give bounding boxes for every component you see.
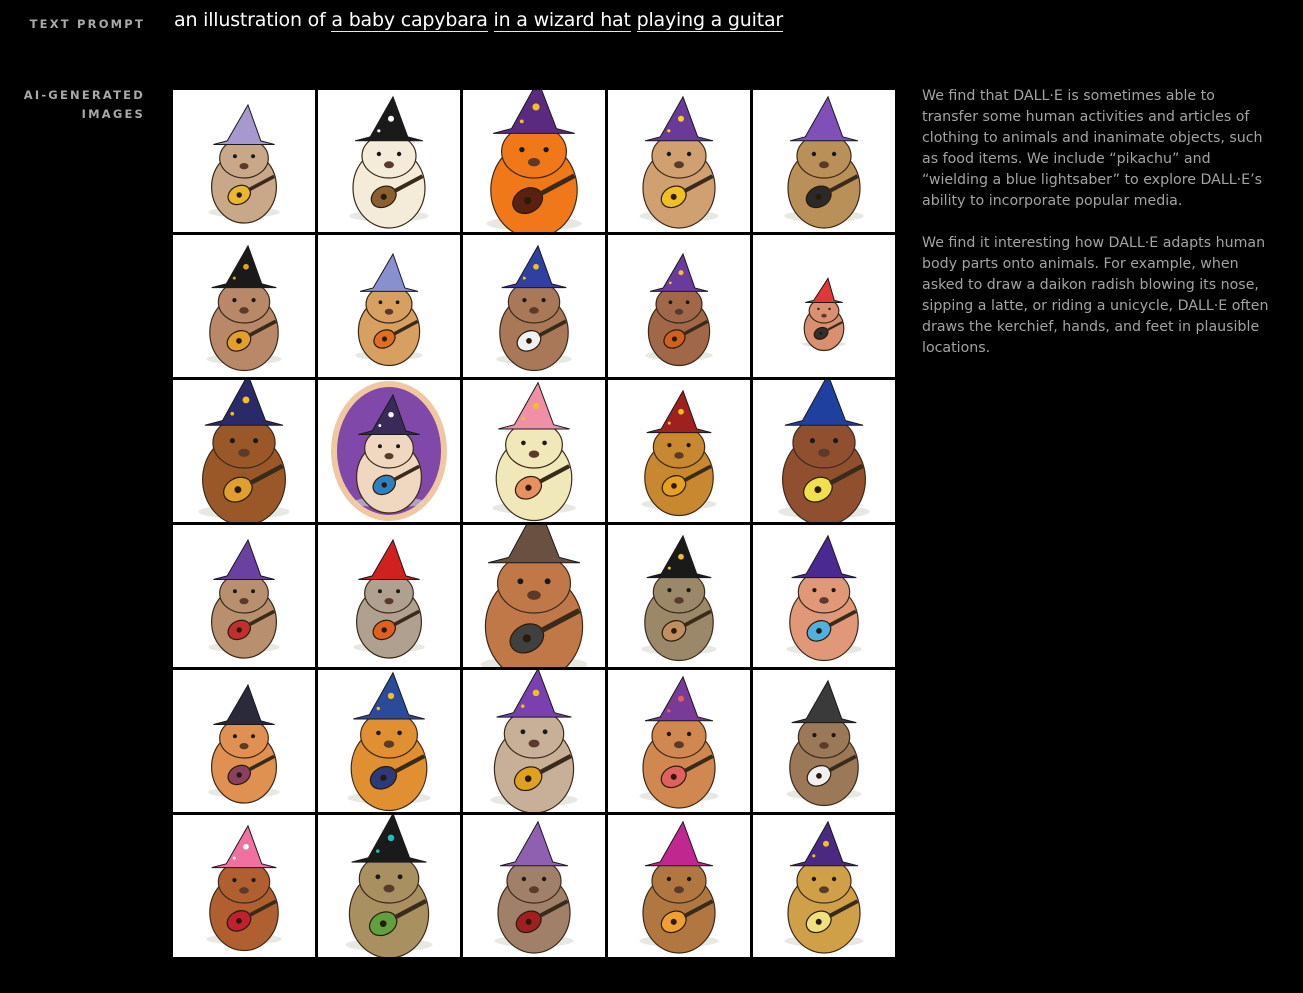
capybara-illustration [753, 235, 895, 377]
capybara-illustration [173, 90, 315, 232]
generated-image[interactable] [463, 815, 605, 957]
ai-generated-images-label: AI-GENERATED IMAGES [23, 88, 145, 121]
generated-image[interactable] [608, 670, 750, 812]
capybara-illustration [173, 815, 315, 957]
generated-image[interactable] [318, 90, 460, 232]
generated-image[interactable] [173, 235, 315, 377]
capybara-illustration [753, 815, 895, 957]
generated-image[interactable] [753, 815, 895, 957]
generated-image[interactable] [318, 235, 460, 377]
generated-image[interactable] [608, 815, 750, 957]
generated-image[interactable] [173, 525, 315, 667]
description-paragraph: We find that DALL·E is sometimes able to… [922, 88, 1263, 209]
capybara-illustration [173, 380, 315, 522]
generated-image[interactable] [753, 235, 895, 377]
capybara-illustration [753, 525, 895, 667]
capybara-illustration [608, 815, 750, 957]
capybara-illustration [463, 235, 605, 377]
generated-image[interactable] [463, 235, 605, 377]
capybara-illustration [753, 670, 895, 812]
generated-image[interactable] [173, 670, 315, 812]
generated-image[interactable] [753, 380, 895, 522]
generated-image[interactable] [608, 90, 750, 232]
text-prompt-label: TEXT PROMPT [29, 17, 145, 31]
capybara-illustration [753, 90, 895, 232]
capybara-illustration [608, 525, 750, 667]
generated-image[interactable] [608, 235, 750, 377]
capybara-illustration [173, 525, 315, 667]
generated-image[interactable] [318, 815, 460, 957]
generated-image[interactable] [318, 525, 460, 667]
generated-image[interactable] [608, 525, 750, 667]
generated-image[interactable] [463, 380, 605, 522]
generated-image[interactable] [753, 525, 895, 667]
description-paragraph: We find it interesting how DALL·E adapts… [922, 235, 1269, 356]
generated-image[interactable] [463, 90, 605, 232]
capybara-illustration [608, 380, 750, 522]
text-prompt: an illustration of a baby capybara in a … [174, 9, 783, 32]
capybara-illustration [753, 380, 895, 522]
generated-image[interactable] [463, 525, 605, 667]
capybara-illustration [173, 670, 315, 812]
prompt-segment-subject[interactable]: a baby capybara [331, 9, 488, 32]
capybara-illustration [173, 235, 315, 377]
capybara-illustration [463, 815, 605, 957]
image-grid [173, 90, 896, 957]
generated-image[interactable] [753, 670, 895, 812]
capybara-illustration [608, 235, 750, 377]
generated-image[interactable] [463, 670, 605, 812]
generated-image[interactable] [753, 90, 895, 232]
prompt-segment-action[interactable]: playing a guitar [636, 9, 783, 32]
prompt-segment-hat[interactable]: in a wizard hat [493, 9, 631, 32]
capybara-illustration [318, 670, 460, 812]
generated-image[interactable] [318, 380, 460, 522]
capybara-illustration [318, 380, 460, 522]
description-panel: We find that DALL·E is sometimes able to… [922, 86, 1270, 380]
capybara-illustration [463, 380, 605, 522]
capybara-illustration [318, 525, 460, 667]
generated-image[interactable] [173, 380, 315, 522]
generated-image[interactable] [173, 90, 315, 232]
generated-image[interactable] [318, 670, 460, 812]
capybara-illustration [463, 525, 605, 667]
prompt-prefix: an illustration of [174, 9, 332, 31]
capybara-illustration [608, 670, 750, 812]
capybara-illustration [463, 670, 605, 812]
capybara-illustration [608, 90, 750, 232]
capybara-illustration [318, 815, 460, 957]
capybara-illustration [318, 90, 460, 232]
generated-image[interactable] [608, 380, 750, 522]
generated-image[interactable] [173, 815, 315, 957]
capybara-illustration [318, 235, 460, 377]
capybara-illustration [463, 90, 605, 232]
